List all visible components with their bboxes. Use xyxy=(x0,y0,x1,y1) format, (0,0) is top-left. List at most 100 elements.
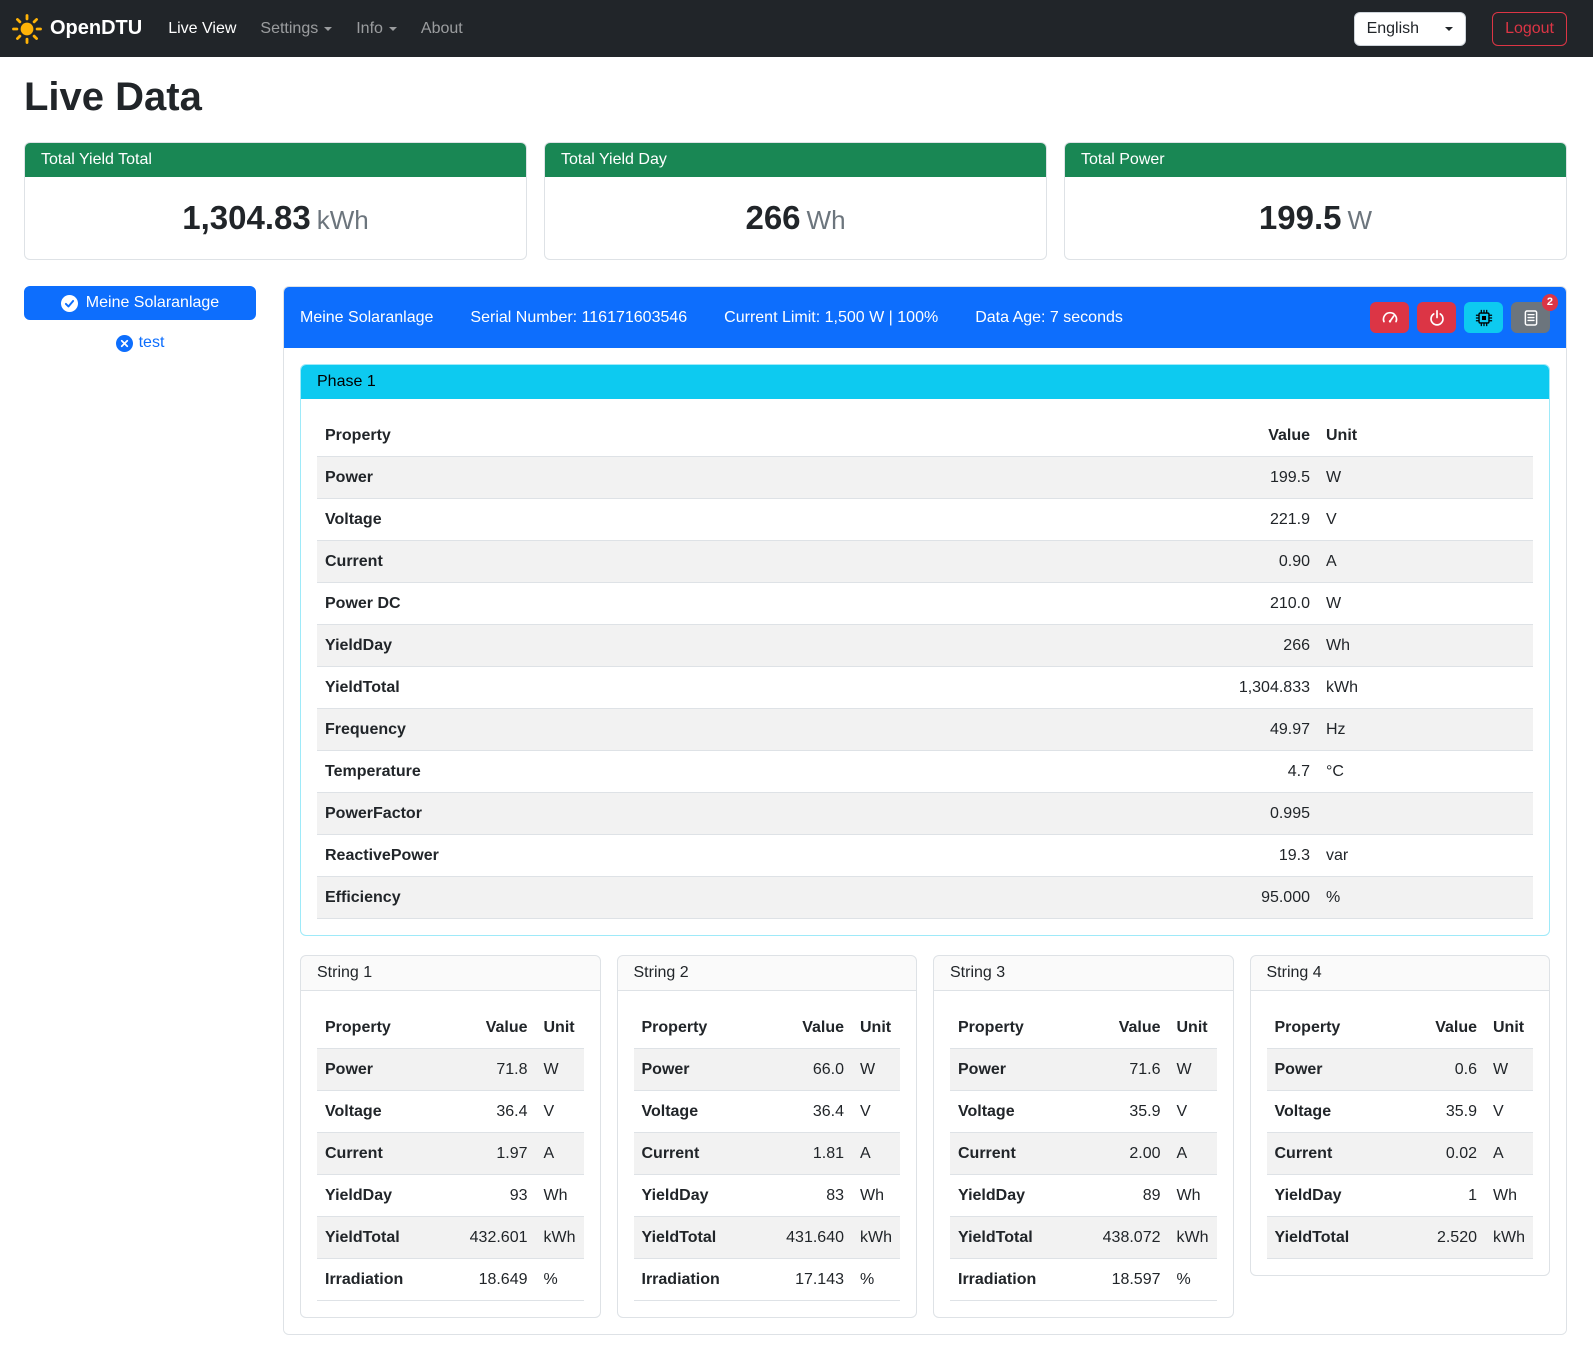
value-cell: 221.9 xyxy=(916,499,1318,541)
nav-settings-label: Settings xyxy=(260,20,318,38)
value-cell: 1 xyxy=(1400,1175,1485,1217)
string-1-card: String 1 Property Value Unit xyxy=(300,955,601,1318)
table-row: Irradiation 17.143 % xyxy=(634,1259,901,1301)
value-cell: 18.649 xyxy=(440,1259,536,1301)
table-row: Power 199.5 W xyxy=(317,457,1533,499)
main-nav: Live View Settings Info About xyxy=(156,12,475,46)
property-cell: Voltage xyxy=(1267,1091,1400,1133)
card-unit: W xyxy=(1348,205,1373,235)
value-cell: 2.520 xyxy=(1400,1217,1485,1259)
card-unit: Wh xyxy=(807,205,846,235)
table-row: YieldDay 83 Wh xyxy=(634,1175,901,1217)
value-cell: 66.0 xyxy=(756,1049,852,1091)
table-row: YieldTotal 1,304.833 kWh xyxy=(317,667,1533,709)
column-header-unit: Unit xyxy=(1169,1007,1217,1049)
value-cell: 49.97 xyxy=(916,709,1318,751)
value-cell: 17.143 xyxy=(756,1259,852,1301)
unit-cell: Hz xyxy=(1318,709,1533,751)
value-cell: 210.0 xyxy=(916,583,1318,625)
unit-cell: kWh xyxy=(536,1217,584,1259)
table-row: YieldTotal 2.520 kWh xyxy=(1267,1217,1534,1259)
brand-link[interactable]: OpenDTU xyxy=(12,14,142,44)
column-header-unit: Unit xyxy=(536,1007,584,1049)
unit-cell: kWh xyxy=(1318,667,1533,709)
value-cell: 71.8 xyxy=(440,1049,536,1091)
card-value: 266 xyxy=(745,199,800,236)
property-cell: ReactivePower xyxy=(317,835,916,877)
event-count-badge: 2 xyxy=(1542,294,1558,311)
inverter-item-test[interactable]: test xyxy=(24,334,256,352)
nav-settings-dropdown[interactable]: Settings xyxy=(248,12,344,46)
property-cell: YieldDay xyxy=(950,1175,1073,1217)
string-card-title: String 4 xyxy=(1251,956,1550,991)
unit-cell: W xyxy=(1169,1049,1217,1091)
column-header-value: Value xyxy=(440,1007,536,1049)
unit-cell: A xyxy=(852,1133,900,1175)
unit-cell: kWh xyxy=(1485,1217,1533,1259)
navbar: OpenDTU Live View Settings Info About En… xyxy=(0,0,1593,57)
nav-about[interactable]: About xyxy=(409,12,475,46)
table-row: Voltage 221.9 V xyxy=(317,499,1533,541)
speedometer-icon xyxy=(1381,309,1399,327)
unit-cell: % xyxy=(1318,877,1533,919)
string-4-card: String 4 Property Value Unit xyxy=(1250,955,1551,1276)
limit-settings-button[interactable] xyxy=(1370,302,1409,333)
unit-cell: W xyxy=(1485,1049,1533,1091)
value-cell: 36.4 xyxy=(756,1091,852,1133)
table-row: Voltage 36.4 V xyxy=(634,1091,901,1133)
table-row: YieldDay 266 Wh xyxy=(317,625,1533,667)
property-cell: Power xyxy=(317,457,916,499)
table-row: Current 1.97 A xyxy=(317,1133,584,1175)
language-label: English xyxy=(1367,20,1419,38)
column-header-value: Value xyxy=(756,1007,852,1049)
summary-cards: Total Yield Total 1,304.83kWh Total Yiel… xyxy=(24,142,1567,260)
value-cell: 93 xyxy=(440,1175,536,1217)
language-select[interactable]: English xyxy=(1354,12,1466,46)
property-cell: YieldTotal xyxy=(317,1217,440,1259)
nav-info-dropdown[interactable]: Info xyxy=(344,12,409,46)
column-header-value: Value xyxy=(1400,1007,1485,1049)
phase-table: Property Value Unit Power xyxy=(317,415,1533,919)
string-card-title: String 3 xyxy=(934,956,1233,991)
device-info-button[interactable] xyxy=(1464,302,1503,333)
column-header-unit: Unit xyxy=(852,1007,900,1049)
property-cell: Voltage xyxy=(317,1091,440,1133)
inverter-item-selected[interactable]: Meine Solaranlage xyxy=(24,286,256,320)
property-cell: Irradiation xyxy=(317,1259,440,1301)
logout-button[interactable]: Logout xyxy=(1492,12,1567,46)
table-row: YieldTotal 431.640 kWh xyxy=(634,1217,901,1259)
unit-cell: Wh xyxy=(536,1175,584,1217)
unit-cell: A xyxy=(1485,1133,1533,1175)
unit-cell: V xyxy=(536,1091,584,1133)
property-cell: Power xyxy=(1267,1049,1400,1091)
table-row: Power DC 210.0 W xyxy=(317,583,1533,625)
page-title: Live Data xyxy=(24,75,1567,120)
unit-cell: % xyxy=(1169,1259,1217,1301)
unit-cell: W xyxy=(536,1049,584,1091)
table-row: ReactivePower 19.3 var xyxy=(317,835,1533,877)
inverter-item-label: test xyxy=(139,334,165,352)
power-control-button[interactable] xyxy=(1417,302,1456,333)
table-row: YieldDay 1 Wh xyxy=(1267,1175,1534,1217)
property-cell: Power xyxy=(634,1049,757,1091)
property-cell: YieldTotal xyxy=(1267,1217,1400,1259)
unit-cell: Wh xyxy=(1485,1175,1533,1217)
phase-title: Phase 1 xyxy=(301,365,1549,399)
caret-down-icon xyxy=(389,27,397,31)
value-cell: 0.6 xyxy=(1400,1049,1485,1091)
property-cell: YieldTotal xyxy=(950,1217,1073,1259)
table-header-row: Property Value Unit xyxy=(634,1007,901,1049)
unit-cell: % xyxy=(536,1259,584,1301)
nav-live-view[interactable]: Live View xyxy=(156,12,248,46)
string-table: Property Value Unit Power xyxy=(950,1007,1217,1301)
event-log-button[interactable]: 2 xyxy=(1511,302,1550,333)
column-header-value: Value xyxy=(1073,1007,1169,1049)
property-cell: Voltage xyxy=(634,1091,757,1133)
property-cell: Power xyxy=(317,1049,440,1091)
live-data-page: Live Data Total Yield Total 1,304.83kWh … xyxy=(0,75,1593,1359)
unit-cell: Wh xyxy=(1169,1175,1217,1217)
property-cell: YieldDay xyxy=(317,625,916,667)
inverter-card-header: Meine Solaranlage Serial Number: 1161716… xyxy=(284,287,1566,348)
value-cell: 266 xyxy=(916,625,1318,667)
table-row: Frequency 49.97 Hz xyxy=(317,709,1533,751)
